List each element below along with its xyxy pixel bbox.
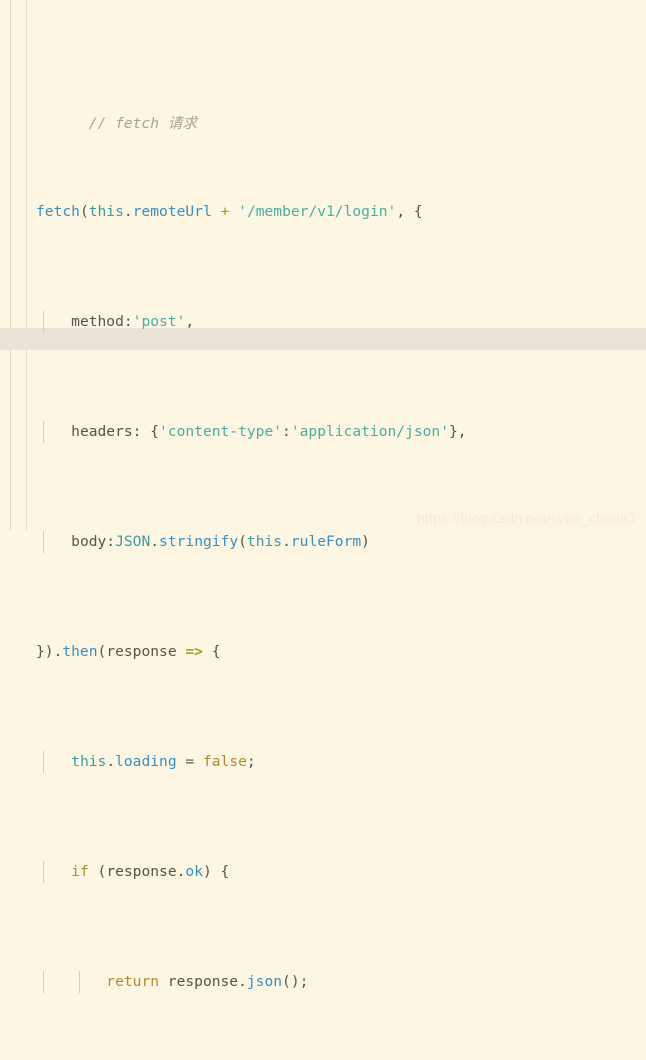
token-punct: . xyxy=(176,863,186,880)
token-punct: . xyxy=(150,533,160,550)
token-punct: ( xyxy=(88,863,107,880)
token-string-url: '/member/v1/login' xyxy=(238,203,397,220)
indent-guide xyxy=(43,751,44,773)
token-punct: ( xyxy=(79,203,89,220)
code-editor[interactable]: // fetch 请求 fetch(this.remoteUrl + '/mem… xyxy=(0,0,646,993)
token-stringify: stringify xyxy=(159,533,239,550)
code-line[interactable]: return response.json(); xyxy=(0,971,646,993)
token-punct: , { xyxy=(396,203,423,220)
token-punct: { xyxy=(202,643,221,660)
token-punct: . xyxy=(282,533,291,550)
code-line[interactable]: headers: {'content-type':'application/js… xyxy=(0,421,646,443)
code-comment: // fetch 请求 xyxy=(88,115,197,132)
token-body-key: body: xyxy=(71,533,116,550)
token-punct: { xyxy=(150,423,160,440)
watermark-url: https://blog.csdn.net/sven_chen93 xyxy=(416,510,636,526)
token-string-ctype: 'content-type' xyxy=(159,423,283,440)
token-punct: ( xyxy=(97,643,107,660)
indent-guide xyxy=(79,971,80,993)
token-method-key: method: xyxy=(71,313,133,330)
token-string-post: 'post' xyxy=(132,313,186,330)
token-punct: . xyxy=(106,753,116,770)
token-loading: loading xyxy=(115,753,177,770)
token-string-appjson: 'application/json' xyxy=(290,423,449,440)
token-space: response xyxy=(159,973,239,990)
token-then: then xyxy=(62,643,98,660)
token-ok: ok xyxy=(185,863,203,880)
token-this: this xyxy=(88,203,124,220)
token-this: this xyxy=(71,753,107,770)
token-punct: ) { xyxy=(202,863,230,880)
token-punct: , xyxy=(185,313,195,330)
token-punct: (); xyxy=(282,973,309,990)
token-space: = xyxy=(176,753,203,770)
code-line[interactable]: fetch(this.remoteUrl + '/member/v1/login… xyxy=(0,201,646,223)
indent-guide xyxy=(43,311,44,333)
token-response: response xyxy=(106,863,177,880)
code-line[interactable]: method:'post', xyxy=(0,311,646,333)
code-line[interactable]: if (response.ok) { xyxy=(0,861,646,883)
indent-guide xyxy=(43,971,44,993)
token-punct: . xyxy=(238,973,247,990)
indent-guide xyxy=(43,861,44,883)
indent-guide xyxy=(43,421,44,443)
token-false: false xyxy=(202,753,247,770)
token-punct: }, xyxy=(449,423,467,440)
code-line[interactable]: }).then(response => { xyxy=(0,641,646,663)
token-return: return xyxy=(106,973,160,990)
token-fetch: fetch xyxy=(36,203,80,220)
token-headers-key: headers: xyxy=(71,423,151,440)
token-punct: }). xyxy=(36,643,63,660)
code-line[interactable]: this.loading = false; xyxy=(0,751,646,773)
token-punct: ) xyxy=(361,533,370,550)
token-punct: : xyxy=(282,423,291,440)
token-response-param: response xyxy=(106,643,186,660)
token-punct: ; xyxy=(246,753,256,770)
token-remoteurl: remoteUrl xyxy=(132,203,212,220)
indent-guide xyxy=(43,531,44,553)
token-json: JSON xyxy=(115,533,151,550)
token-if: if xyxy=(71,863,89,880)
token-ruleform: ruleForm xyxy=(290,533,362,550)
code-line[interactable]: // fetch 请求 xyxy=(0,91,646,132)
token-arrow: => xyxy=(185,643,203,660)
code-line[interactable]: body:JSON.stringify(this.ruleForm) xyxy=(0,531,646,553)
code-content[interactable]: // fetch 请求 fetch(this.remoteUrl + '/mem… xyxy=(0,0,646,993)
token-punct: . xyxy=(123,203,133,220)
token-punct: ( xyxy=(238,533,247,550)
token-this: this xyxy=(246,533,283,550)
token-json: json xyxy=(246,973,283,990)
